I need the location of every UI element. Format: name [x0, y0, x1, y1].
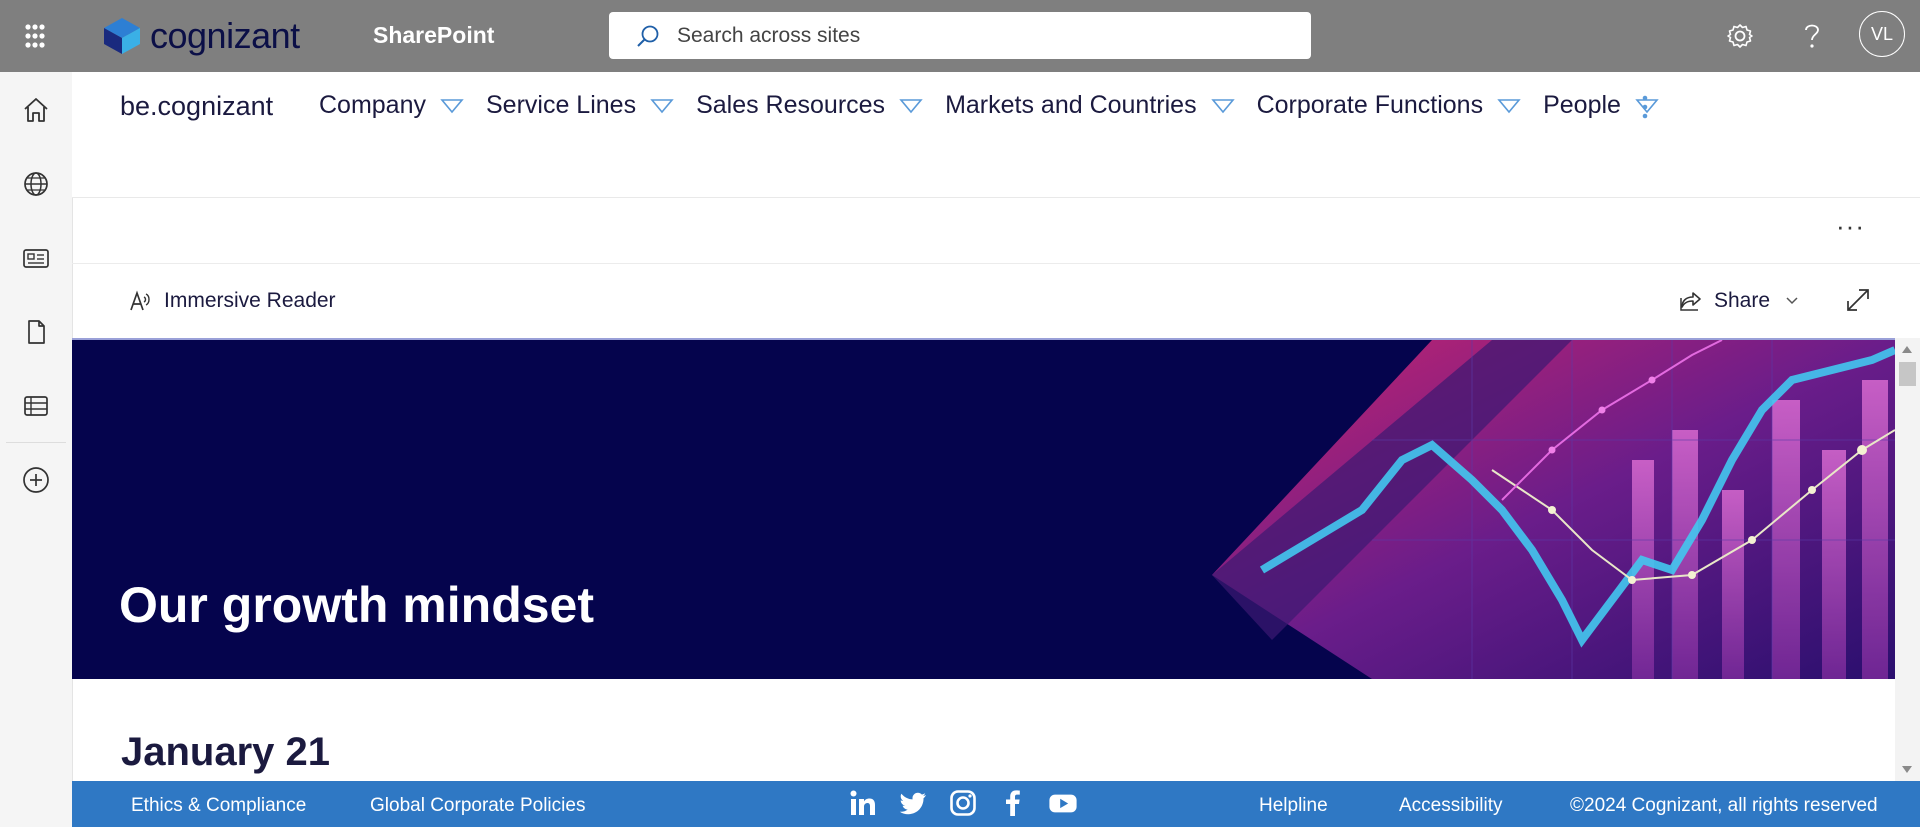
hero-banner: Our growth mindset: [72, 338, 1895, 679]
add-icon[interactable]: [18, 462, 54, 498]
globe-icon[interactable]: [18, 166, 54, 202]
twitter-icon[interactable]: [898, 788, 928, 818]
footer-link-accessibility[interactable]: Accessibility: [1399, 795, 1502, 817]
nav-item-company[interactable]: Company: [319, 91, 464, 120]
share-label: Share: [1714, 289, 1771, 312]
instagram-icon[interactable]: [948, 788, 978, 818]
cognizant-mark-icon: [104, 18, 140, 54]
app-name[interactable]: SharePoint: [373, 22, 494, 49]
list-icon[interactable]: [18, 388, 54, 424]
section-date-heading: January 21: [121, 730, 331, 774]
chevron-down-icon: [1210, 98, 1235, 113]
nav-item-service-lines[interactable]: Service Lines: [486, 91, 674, 120]
chevron-down-icon: [650, 98, 674, 113]
immersive-reader-label: Immersive Reader: [164, 289, 336, 312]
more-nav-icon[interactable]: [1640, 94, 1650, 127]
suite-bar: cognizant SharePoint VL: [0, 0, 1920, 72]
logo-text: cognizant: [150, 15, 300, 56]
hub-navigation: be.cognizant Company Service Lines Sales…: [72, 72, 1920, 198]
nav-menu: Company Service Lines Sales Resources Ma…: [319, 91, 1681, 120]
hero-title: Our growth mindset: [119, 577, 594, 633]
expand-icon[interactable]: [1844, 286, 1872, 319]
command-bar: ···: [72, 197, 1920, 264]
waffle-icon[interactable]: [14, 18, 56, 54]
news-icon[interactable]: [18, 240, 54, 276]
immersive-reader-button[interactable]: Immersive Reader: [128, 288, 336, 314]
cognizant-logo[interactable]: cognizant: [100, 14, 300, 58]
nav-item-label: Company: [319, 91, 426, 119]
avatar[interactable]: VL: [1859, 11, 1905, 57]
nav-item-label: Corporate Functions: [1256, 91, 1484, 119]
footer-link-policies[interactable]: Global Corporate Policies: [370, 795, 585, 817]
share-button[interactable]: Share: [1678, 288, 1800, 314]
chevron-down-icon: [1497, 98, 1521, 113]
scrollbar-thumb[interactable]: [1899, 362, 1916, 386]
scroll-up-icon[interactable]: [1902, 346, 1912, 353]
chevron-down-icon: [899, 98, 923, 113]
linkedin-icon[interactable]: [848, 788, 878, 818]
footer-link-ethics[interactable]: Ethics & Compliance: [131, 795, 306, 817]
share-icon: [1680, 292, 1701, 311]
nav-item-label: Sales Resources: [696, 91, 886, 119]
vertical-scrollbar[interactable]: [1895, 338, 1920, 781]
nav-item-markets-and-countries[interactable]: Markets and Countries: [945, 91, 1235, 120]
search-input[interactable]: [675, 22, 1279, 49]
more-options-button[interactable]: ···: [1836, 211, 1865, 242]
app-bar: [0, 72, 73, 827]
help-icon[interactable]: [1794, 18, 1830, 54]
search-icon: [637, 25, 659, 47]
footer: Ethics & Compliance Global Corporate Pol…: [72, 781, 1920, 827]
footer-link-helpline[interactable]: Helpline: [1259, 795, 1328, 817]
scroll-down-icon[interactable]: [1902, 766, 1912, 773]
social-links: [848, 788, 1078, 818]
app-bar-divider: [6, 442, 66, 443]
chevron-down-icon: [1786, 297, 1798, 305]
footer-copyright: ©2024 Cognizant, all rights reserved: [1570, 795, 1878, 816]
gear-icon[interactable]: [1722, 18, 1758, 54]
nav-item-label: People: [1543, 91, 1621, 119]
site-title[interactable]: be.cognizant: [120, 91, 273, 122]
nav-item-label: Markets and Countries: [945, 91, 1197, 119]
file-icon[interactable]: [18, 314, 54, 350]
youtube-icon[interactable]: [1048, 788, 1078, 818]
page-action-bar: Immersive Reader Share: [72, 264, 1920, 338]
nav-item-sales-resources[interactable]: Sales Resources: [696, 91, 923, 120]
nav-item-label: Service Lines: [486, 91, 637, 119]
chevron-down-icon: [440, 98, 464, 113]
search-box[interactable]: [609, 12, 1311, 59]
home-icon[interactable]: [18, 92, 54, 128]
immersive-reader-icon: [130, 290, 150, 311]
nav-item-corporate-functions[interactable]: Corporate Functions: [1257, 91, 1522, 120]
facebook-icon[interactable]: [998, 788, 1028, 818]
